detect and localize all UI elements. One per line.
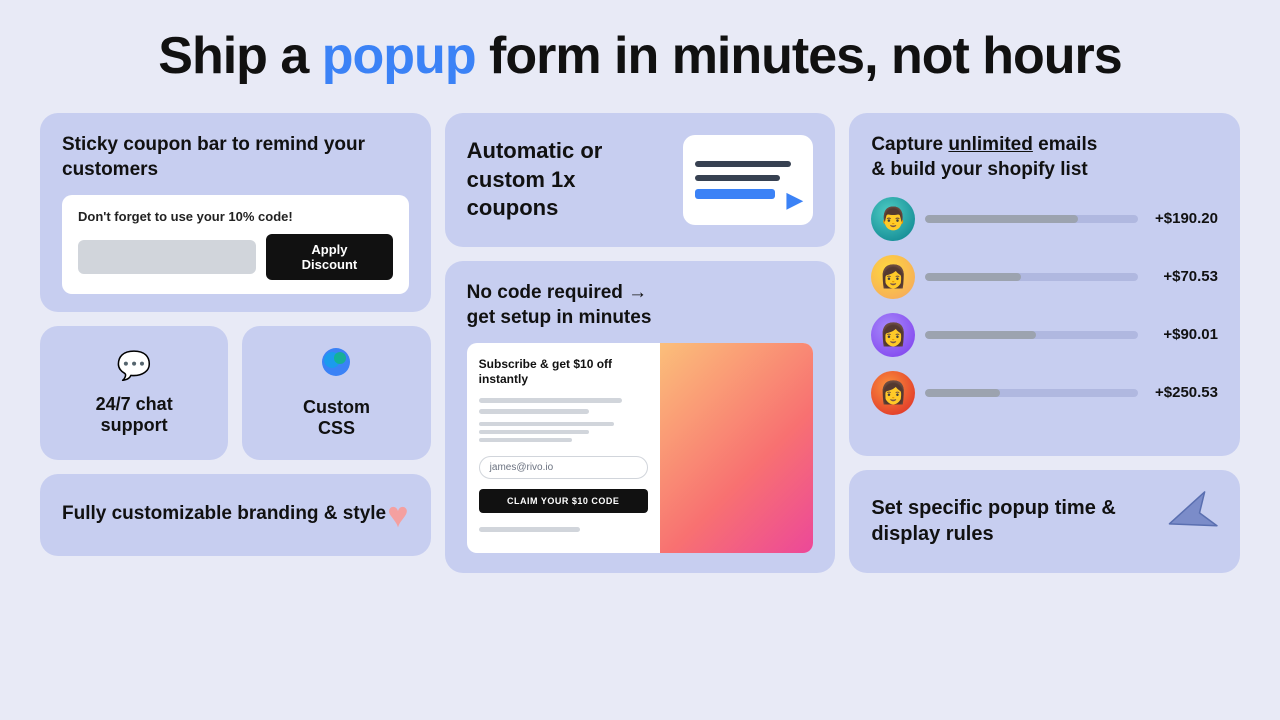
- email-amount-4: +$250.53: [1148, 384, 1218, 401]
- chat-support-card: 💬 24/7 chatsupport: [40, 326, 228, 460]
- email-row-2: 👩 +$70.53: [871, 255, 1218, 299]
- right-column: Capture unlimited emails& build your sho…: [849, 113, 1240, 572]
- email-bar-wrap-2: [925, 273, 1138, 281]
- cursor-line-2: [695, 175, 780, 181]
- avatar-3: 👩: [871, 313, 915, 357]
- popup-subscribe-text: Subscribe & get $10 off instantly: [479, 357, 648, 388]
- css-icon: [320, 346, 352, 385]
- middle-column: Automatic or custom 1x coupons ▶ No code…: [445, 113, 836, 572]
- time-rules-title: Set specific popup time & display rules: [871, 495, 1166, 547]
- email-capture-card: Capture unlimited emails& build your sho…: [849, 113, 1240, 455]
- popup-email-input: james@rivo.io: [479, 456, 648, 479]
- apply-discount-button[interactable]: Apply Discount: [266, 234, 392, 280]
- popup-mockup: Subscribe & get $10 off instantly james@…: [467, 343, 814, 553]
- coupon-bar: Apply Discount: [78, 234, 393, 280]
- email-row-1: 👨 +$190.20: [871, 197, 1218, 241]
- css-card: CustomCSS: [242, 326, 430, 460]
- time-rules-card: Set specific popup time & display rules: [849, 470, 1240, 573]
- headline-suffix: form in minutes, not hours: [476, 27, 1122, 85]
- auto-coupon-card: Automatic or custom 1x coupons ▶: [445, 113, 836, 247]
- coupon-inner: Don't forget to use your 10% code! Apply…: [62, 195, 409, 294]
- cursor-graphic: ▶: [683, 135, 813, 225]
- popup-bottom-line: [479, 527, 580, 532]
- popup-dash-2: [479, 430, 589, 434]
- css-label: CustomCSS: [303, 397, 370, 440]
- headline-highlight: popup: [322, 27, 476, 85]
- heart-icon: ♥: [387, 494, 408, 536]
- left-column: Sticky coupon bar to remind your custome…: [40, 113, 431, 572]
- no-code-card: No code required →get setup in minutes S…: [445, 261, 836, 572]
- brand-card-title: Fully customizable branding & style: [62, 502, 386, 527]
- popup-line-1: [479, 398, 623, 403]
- popup-dashes: [479, 422, 648, 442]
- bottom-left-row: 💬 24/7 chatsupport CustomCSS: [40, 326, 431, 460]
- no-code-title: No code required →get setup in minutes: [467, 281, 814, 330]
- brand-card: Fully customizable branding & style ♥: [40, 474, 431, 556]
- popup-image: [660, 343, 814, 553]
- popup-dash-1: [479, 422, 614, 426]
- cursor-line-1: [695, 161, 790, 167]
- page-headline: Ship a popup form in minutes, not hours: [158, 28, 1121, 85]
- avatar-4: 👩: [871, 371, 915, 415]
- avatar-2: 👩: [871, 255, 915, 299]
- coupon-card-title: Sticky coupon bar to remind your custome…: [62, 133, 409, 182]
- email-amount-1: +$190.20: [1148, 210, 1218, 227]
- cursor-arrow-icon: ▶: [786, 187, 803, 213]
- popup-left: Subscribe & get $10 off instantly james@…: [467, 343, 660, 553]
- popup-dash-3: [479, 438, 572, 442]
- avatar-1: 👨: [871, 197, 915, 241]
- coupon-card: Sticky coupon bar to remind your custome…: [40, 113, 431, 311]
- coupon-inner-text: Don't forget to use your 10% code!: [78, 209, 393, 224]
- chat-icon: 💬: [117, 349, 152, 382]
- auto-coupon-title: Automatic or custom 1x coupons: [467, 137, 668, 223]
- send-icon: [1157, 483, 1227, 560]
- popup-line-2: [479, 409, 589, 414]
- coupon-input-mock: [78, 240, 256, 274]
- popup-claim-button: CLAIM YOUR $10 CODE: [479, 489, 648, 513]
- feature-grid: Sticky coupon bar to remind your custome…: [40, 113, 1240, 572]
- email-row-3: 👩 +$90.01: [871, 313, 1218, 357]
- email-bar-wrap-1: [925, 215, 1138, 223]
- email-amount-3: +$90.01: [1148, 326, 1218, 343]
- email-row-4: 👩 +$250.53: [871, 371, 1218, 415]
- chat-label: 24/7 chatsupport: [96, 394, 173, 437]
- email-bar-wrap-4: [925, 389, 1138, 397]
- headline-prefix: Ship a: [158, 27, 321, 85]
- email-capture-title: Capture unlimited emails& build your sho…: [871, 133, 1218, 182]
- email-amount-2: +$70.53: [1148, 268, 1218, 285]
- email-bar-wrap-3: [925, 331, 1138, 339]
- email-rows: 👨 +$190.20 👩 +$70.53 👩: [871, 197, 1218, 415]
- cursor-bar-blue: [695, 189, 775, 199]
